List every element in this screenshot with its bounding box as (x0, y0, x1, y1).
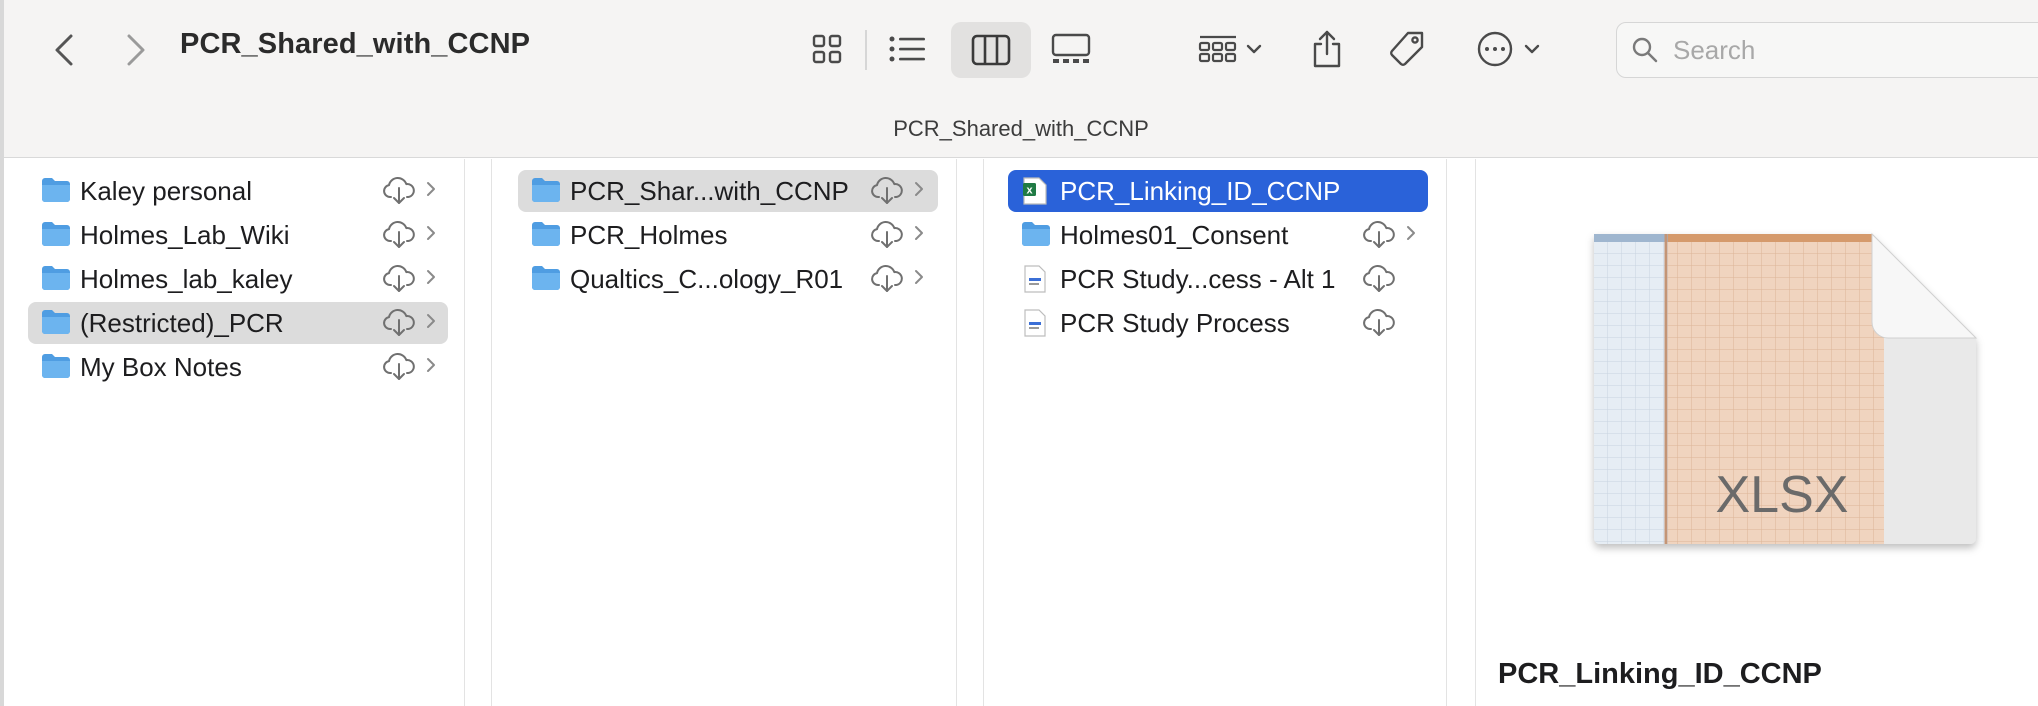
path-title: PCR_Shared_with_CCNP (893, 116, 1149, 141)
xlsx-file-preview: XLSX (1594, 232, 1978, 544)
chevron-right-icon (426, 357, 436, 378)
group-icon (1198, 35, 1237, 63)
folder-icon (40, 308, 72, 341)
chevron-right-icon (426, 269, 436, 290)
folder-icon (40, 220, 72, 253)
window-title: PCR_Shared_with_CCNP (180, 28, 531, 60)
gallery-view-icon (1051, 33, 1091, 63)
chevron-right-icon (914, 225, 924, 246)
item-label: My Box Notes (80, 352, 242, 382)
column-divider[interactable] (464, 159, 492, 706)
finder-window: PCR_Shared_with_CCNP Search PCR_Shared_w… (0, 0, 2038, 706)
cloud-download-icon[interactable] (1362, 220, 1396, 255)
svg-text:x: x (1026, 185, 1033, 197)
more-icon (1477, 31, 1513, 67)
item-label: PCR Study...cess - Alt 1 (1060, 264, 1336, 294)
list-view-button[interactable] (884, 26, 930, 72)
grid-view-icon (812, 34, 842, 64)
folder-icon (530, 264, 562, 297)
xlsx-badge: XLSX (1716, 466, 1849, 524)
folder-icon (530, 220, 562, 253)
file-item[interactable]: PCR Study Process (1008, 302, 1428, 344)
icon-view-button[interactable] (804, 26, 850, 72)
tag-button[interactable] (1382, 24, 1432, 74)
gallery-view-button[interactable] (1048, 26, 1094, 72)
item-label: Holmes_Lab_Wiki (80, 220, 290, 250)
sidebar-item[interactable]: (Restricted)_PCR (28, 302, 448, 344)
chevron-down-icon (1524, 44, 1540, 54)
share-icon (1313, 30, 1341, 68)
cloud-download-icon[interactable] (382, 264, 416, 299)
document-icon (1022, 308, 1048, 343)
toolbar: PCR_Shared_with_CCNP Search PCR_Shared_w… (4, 0, 2038, 158)
tag-icon (1390, 31, 1424, 66)
chevron-down-icon (1246, 44, 1262, 54)
folder-icon (40, 352, 72, 385)
folder-item[interactable]: PCR_Shar...with_CCNP (518, 170, 938, 212)
item-label: Holmes_lab_kaley (80, 264, 293, 294)
search-icon (1632, 37, 1658, 63)
preview-file-name: PCR_Linking_ID_CCNP (1498, 658, 1822, 690)
column-divider[interactable] (956, 159, 984, 706)
file-item[interactable]: x PCR_Linking_ID_CCNP (1008, 170, 1428, 212)
cloud-download-icon[interactable] (382, 220, 416, 255)
search-field[interactable]: Search (1616, 22, 2038, 78)
toolbar-separator (865, 30, 867, 70)
back-button[interactable] (44, 28, 84, 72)
item-label: Holmes01_Consent (1060, 220, 1289, 250)
chevron-right-icon (1406, 225, 1416, 246)
cloud-download-icon[interactable] (382, 308, 416, 343)
item-label: Kaley personal (80, 176, 252, 206)
share-button[interactable] (1304, 24, 1350, 74)
forward-button[interactable] (116, 28, 156, 72)
more-actions-button[interactable] (1466, 26, 1550, 72)
list-view-icon (889, 36, 925, 62)
chevron-right-icon (914, 181, 924, 202)
item-label: PCR Study Process (1060, 308, 1290, 338)
item-label: PCR_Shar...with_CCNP (570, 176, 849, 206)
cloud-download-icon[interactable] (870, 220, 904, 255)
item-label: PCR_Holmes (570, 220, 728, 250)
cloud-download-icon[interactable] (870, 264, 904, 299)
cloud-download-icon[interactable] (382, 176, 416, 211)
file-item[interactable]: Holmes01_Consent (1008, 214, 1428, 256)
sidebar-item[interactable]: My Box Notes (28, 346, 448, 388)
item-label: Qualtics_C...ology_R01 (570, 264, 844, 294)
column-divider[interactable] (1446, 159, 1476, 706)
folder-icon (530, 176, 562, 209)
folder-item[interactable]: Qualtics_C...ology_R01 (518, 258, 938, 300)
file-item[interactable]: PCR Study...cess - Alt 1 (1008, 258, 1428, 300)
column-view-icon (971, 34, 1011, 66)
folder-icon (40, 176, 72, 209)
folder-icon (1020, 220, 1052, 253)
chevron-right-icon (426, 181, 436, 202)
cloud-download-icon[interactable] (1362, 264, 1396, 299)
excel-file-icon: x (1022, 176, 1048, 211)
item-label: (Restricted)_PCR (80, 308, 284, 338)
document-icon (1022, 264, 1048, 299)
chevron-right-icon (127, 34, 145, 66)
group-button[interactable] (1190, 26, 1270, 72)
sidebar-item[interactable]: Holmes_Lab_Wiki (28, 214, 448, 256)
column-view-button[interactable] (951, 22, 1031, 78)
sidebar-item[interactable]: Holmes_lab_kaley (28, 258, 448, 300)
chevron-right-icon (426, 225, 436, 246)
item-label: PCR_Linking_ID_CCNP (1060, 176, 1341, 206)
folder-item[interactable]: PCR_Holmes (518, 214, 938, 256)
chevron-right-icon (426, 313, 436, 334)
sidebar-item[interactable]: Kaley personal (28, 170, 448, 212)
folder-icon (40, 264, 72, 297)
chevron-left-icon (55, 34, 73, 66)
chevron-right-icon (914, 269, 924, 290)
cloud-download-icon[interactable] (870, 176, 904, 211)
search-placeholder: Search (1673, 34, 1756, 65)
cloud-download-icon[interactable] (1362, 308, 1396, 343)
cloud-download-icon[interactable] (382, 352, 416, 387)
